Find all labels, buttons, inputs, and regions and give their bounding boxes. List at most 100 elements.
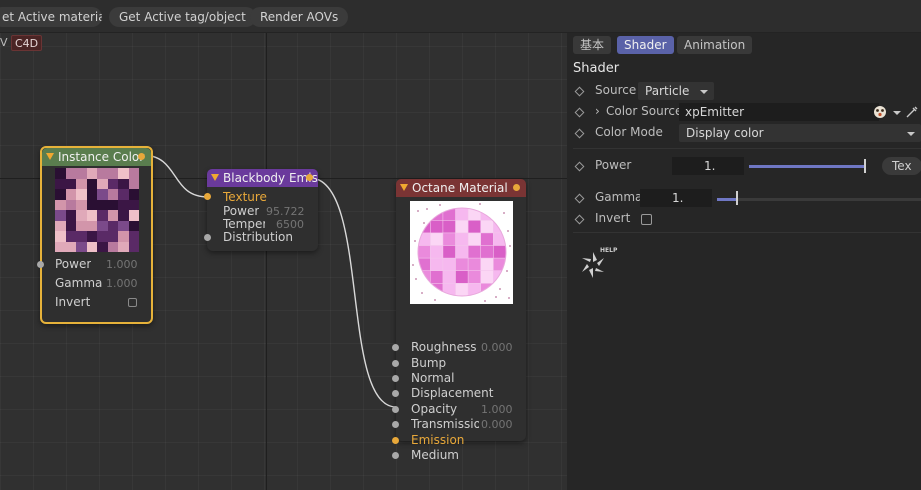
preview-pixel [107, 241, 118, 252]
texture-input-port[interactable] [204, 193, 211, 200]
texture-port-label: Texture [223, 190, 267, 204]
gamma-slider[interactable] [717, 198, 921, 201]
preview-pixel [97, 231, 108, 242]
power-slider[interactable] [749, 165, 865, 168]
bump-input-port[interactable] [392, 360, 399, 367]
color-mode-keyframe-icon[interactable] [574, 128, 585, 139]
source-dropdown[interactable]: Particle [638, 82, 714, 100]
get-active-tag-button[interactable]: Get Active tag/object [109, 7, 256, 27]
gamma-slider-handle[interactable] [736, 191, 739, 205]
displacement-input-port[interactable] [392, 390, 399, 397]
transmission-input-port[interactable] [392, 421, 399, 428]
emission-input-port[interactable] [392, 437, 399, 444]
preview-pixel [76, 231, 87, 242]
power-input[interactable]: 1. [672, 157, 744, 175]
preview-pixel [97, 189, 108, 200]
preview-pixel [128, 210, 139, 221]
preview-pixel [107, 210, 118, 221]
chevron-down-icon[interactable] [893, 111, 901, 115]
tab-animation[interactable]: Animation [677, 36, 753, 54]
color-source-keyframe-icon[interactable] [574, 107, 585, 118]
power-input-port[interactable] [37, 261, 44, 268]
gamma-keyframe-icon[interactable] [574, 193, 585, 204]
temperature-port-label: Temperature [223, 217, 265, 231]
attribute-panel: 基本 Shader Animation Shader Source Partic… [567, 33, 921, 490]
color-source-link-field[interactable]: xpEmitter [679, 103, 879, 121]
sphere-tile [481, 258, 493, 271]
preview-pixel [76, 220, 87, 231]
source-keyframe-icon[interactable] [574, 86, 585, 97]
preview-pixel [107, 231, 118, 242]
medium-input-port[interactable] [392, 452, 399, 459]
octane-material-node-header[interactable]: Octane Material [396, 179, 526, 197]
gamma-port-value[interactable]: 1.000 [106, 277, 138, 290]
normal-input-port[interactable] [392, 375, 399, 382]
transmission-port-value[interactable]: 0.000 [481, 418, 513, 431]
octane-material-node-title: Octane Material [412, 181, 508, 195]
invert-checkbox[interactable] [128, 298, 137, 307]
gamma-port-label: Gamma [55, 276, 103, 290]
render-aovs-button[interactable]: Render AOVs [250, 7, 349, 27]
instance-color-output-port[interactable] [138, 153, 145, 160]
instance-color-node[interactable]: Instance Color Power 1.000 Gamma 1.000 I… [37, 146, 153, 324]
preview-pixel [76, 168, 87, 179]
sphere-tile [468, 245, 481, 258]
sphere-tile [430, 220, 443, 233]
bb-power-port-label: Power [223, 204, 260, 218]
chevron-down-icon [700, 90, 708, 94]
preview-pixel [128, 189, 139, 200]
power-keyframe-icon[interactable] [574, 161, 585, 172]
sphere-tile [443, 220, 456, 233]
sphere-tile [418, 245, 430, 258]
octane-material-output-port[interactable] [513, 184, 520, 191]
power-port-value[interactable]: 1.000 [106, 258, 138, 271]
collapse-triangle-icon[interactable] [211, 174, 219, 181]
blackbody-node-header[interactable]: Blackbody Emission [207, 169, 318, 187]
invert-panel-checkbox[interactable] [641, 214, 652, 225]
opacity-port-value[interactable]: 1.000 [481, 403, 513, 416]
transmission-port-label: Transmission [411, 417, 479, 431]
node-editor[interactable]: V C4D Instance Color Power 1.000 Gamma 1… [0, 33, 567, 490]
preview-pixel [55, 231, 66, 242]
chevron-down-icon [907, 132, 915, 136]
color-mode-dropdown[interactable]: Display color [679, 124, 921, 142]
pick-object-icon[interactable] [905, 105, 919, 119]
roughness-port-value[interactable]: 0.000 [481, 341, 513, 354]
preview-pixel [86, 189, 97, 200]
top-toolbar: et Active material Get Active tag/object… [0, 0, 921, 33]
get-active-material-button[interactable]: et Active material [0, 7, 102, 27]
blackbody-output-port[interactable] [306, 174, 313, 181]
gamma-input[interactable]: 1. [640, 189, 712, 207]
separator [573, 232, 921, 233]
distribution-input-port[interactable] [204, 234, 211, 241]
bb-power-port-value[interactable]: 95.722 [266, 205, 305, 218]
collapse-triangle-icon[interactable] [46, 153, 54, 160]
preview-pixel [86, 210, 97, 221]
octane-help-icon[interactable]: HELP [577, 243, 623, 283]
preview-pixel [118, 210, 129, 221]
sphere-tile [455, 271, 468, 283]
preview-pixel [65, 168, 76, 179]
opacity-input-port[interactable] [392, 406, 399, 413]
power-texture-button[interactable]: Tex [882, 157, 921, 175]
preview-pixel [118, 220, 129, 231]
preview-pixel [97, 199, 108, 210]
power-slider-handle[interactable] [864, 159, 866, 173]
blackbody-emission-node[interactable]: Blackbody Emission Texture Power 95.722 … [204, 169, 318, 251]
expand-arrow-icon[interactable]: › [595, 104, 600, 118]
preview-pixel [128, 231, 139, 242]
preview-pixel [55, 241, 66, 252]
sphere-tile [430, 271, 443, 283]
preview-pixel [97, 168, 108, 179]
octane-material-node[interactable]: Octane Material Roughness 0.000 Bump Nor… [392, 179, 526, 462]
invert-keyframe-icon[interactable] [574, 214, 585, 225]
collapse-triangle-icon[interactable] [400, 184, 408, 191]
color-mode-value: Display color [686, 126, 764, 140]
tab-shader[interactable]: Shader [617, 36, 674, 54]
color-mode-label: Color Mode [595, 125, 663, 139]
roughness-input-port[interactable] [392, 344, 399, 351]
source-value: Particle [645, 84, 690, 98]
instance-color-node-header[interactable]: Instance Color [42, 148, 151, 166]
preview-pixel [76, 199, 87, 210]
tab-basic[interactable]: 基本 [573, 36, 612, 54]
